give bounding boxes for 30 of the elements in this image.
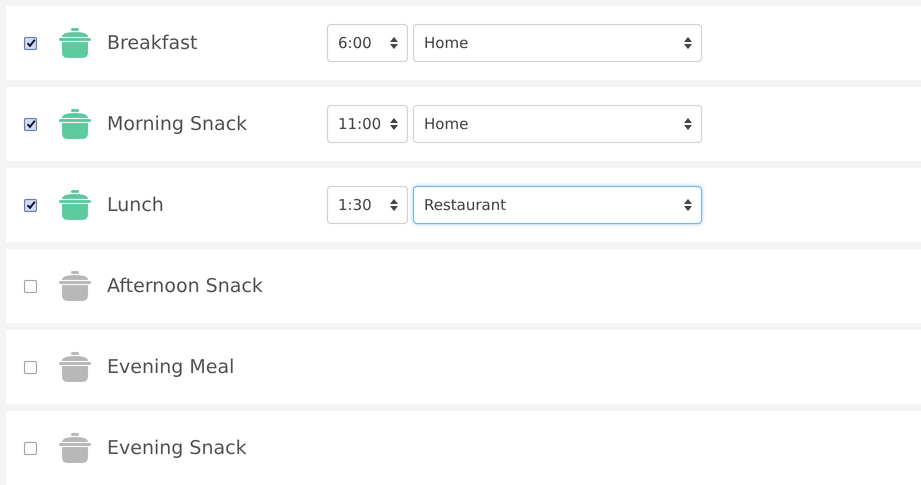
checkbox[interactable] [24, 198, 37, 212]
place-select[interactable]: Home [413, 24, 702, 62]
updown-icon [684, 199, 692, 211]
checkbox[interactable] [24, 360, 37, 374]
meal-name: Evening Snack [107, 437, 248, 459]
pot-icon [57, 430, 93, 466]
updown-icon [390, 199, 398, 211]
meal-name: Lunch [107, 194, 165, 216]
pot-icon [57, 106, 93, 142]
updown-icon [390, 118, 398, 130]
meal-name: Afternoon Snack [107, 275, 264, 297]
checkbox[interactable] [24, 442, 37, 454]
checkbox[interactable] [24, 118, 37, 130]
pot-icon [57, 268, 93, 304]
updown-icon [684, 118, 692, 130]
meal-name: Evening Meal [107, 356, 236, 378]
updown-icon [684, 37, 692, 49]
meal-name: Breakfast [107, 32, 198, 54]
time-select[interactable]: 1:30 [327, 186, 408, 224]
pot-icon [57, 187, 93, 223]
pot-icon [57, 349, 93, 385]
time-select[interactable]: 11:00 [327, 105, 408, 143]
place-select[interactable]: Home [413, 105, 702, 143]
place-select[interactable]: Restaurant [413, 186, 702, 224]
meal-name: Morning Snack [107, 113, 248, 135]
updown-icon [390, 37, 398, 49]
time-select[interactable]: 6:00 [327, 24, 408, 62]
checkbox[interactable] [24, 36, 37, 50]
pot-icon [57, 25, 93, 61]
checkbox[interactable] [24, 280, 37, 292]
